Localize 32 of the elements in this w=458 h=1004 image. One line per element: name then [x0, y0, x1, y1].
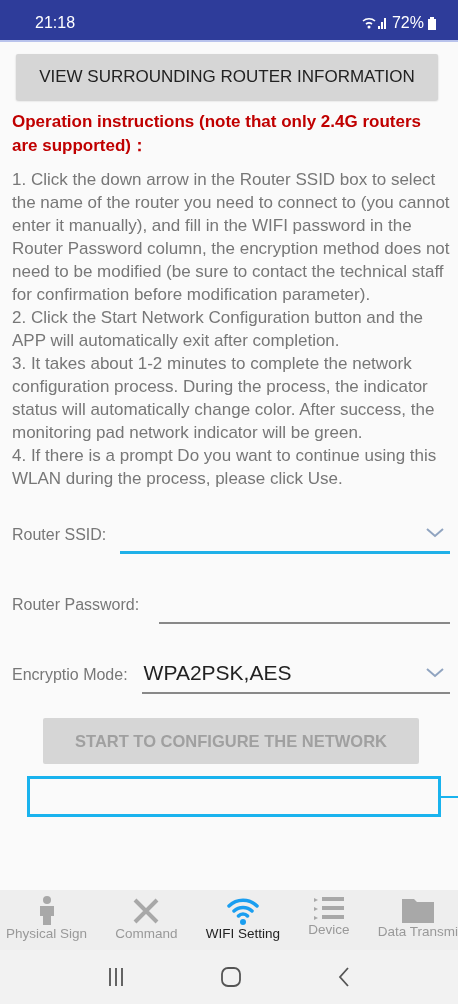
recent-apps-button[interactable] [108, 968, 125, 986]
wifi-signal-icon [361, 16, 388, 30]
list-icon [312, 896, 345, 922]
nav-tab[interactable]: Command [115, 896, 178, 950]
nav-tab[interactable]: Physical Sign [6, 896, 88, 950]
chevron-down-icon[interactable] [426, 527, 444, 538]
clock: 21:18 [35, 14, 76, 32]
connector-line [441, 795, 458, 798]
instruction-paragraph: 4. If there is a prompt Do you want to continue using this WLAN during the process, please click Use. [12, 445, 438, 490]
instruction-paragraph: 2. Click the Start Network Configuration button and the APP will automatically exit after completion. [12, 307, 425, 352]
instruction-paragraph: 3. It takes about 1-2 minutes to complete the network configuration process. During the process, the indicator status will automatically change color. After success, the monitoring pad network indicator will be green. [12, 353, 436, 444]
dropdown-value: WPA2PSK,AES [143, 661, 292, 685]
battery-icon [428, 16, 436, 30]
view-routers-button[interactable]: VIEW SURROUNDING ROUTER INFORMATION [16, 54, 438, 100]
home-icon [221, 967, 241, 987]
recent-apps-icon [108, 968, 125, 986]
dropdown-field[interactable]: WPA2PSK,AES [141, 654, 450, 694]
back-button[interactable] [337, 967, 350, 987]
back-icon [337, 967, 350, 987]
field-label: Encryptio Mode: [12, 666, 128, 685]
nav-tab[interactable]: Device [308, 896, 350, 950]
instruction-paragraph: 1. Click the down arrow in the Router SSID box to select the name of the router you need to connect to (you cannot enter it manually), and fill in the WIFI password in the Router Password column, the encryption method does not need to be modified (be sure to contact the technical staff for confirmation before modification parameter). [12, 169, 450, 306]
nav-tab[interactable]: WIFI Setting [205, 896, 280, 950]
field-label: Router Password: [12, 596, 140, 615]
field-label: Router SSID: [12, 526, 107, 545]
battery-level: 72% [391, 14, 424, 32]
wifi-icon [225, 896, 260, 926]
home-button[interactable] [221, 967, 241, 987]
folder-icon [400, 896, 435, 924]
chevron-down-icon[interactable] [426, 668, 444, 678]
instructions-heading: Operation instructions (note that only 2.4G routers are supported)： [12, 111, 422, 157]
nav-tab[interactable]: Data Transmi [377, 896, 458, 950]
